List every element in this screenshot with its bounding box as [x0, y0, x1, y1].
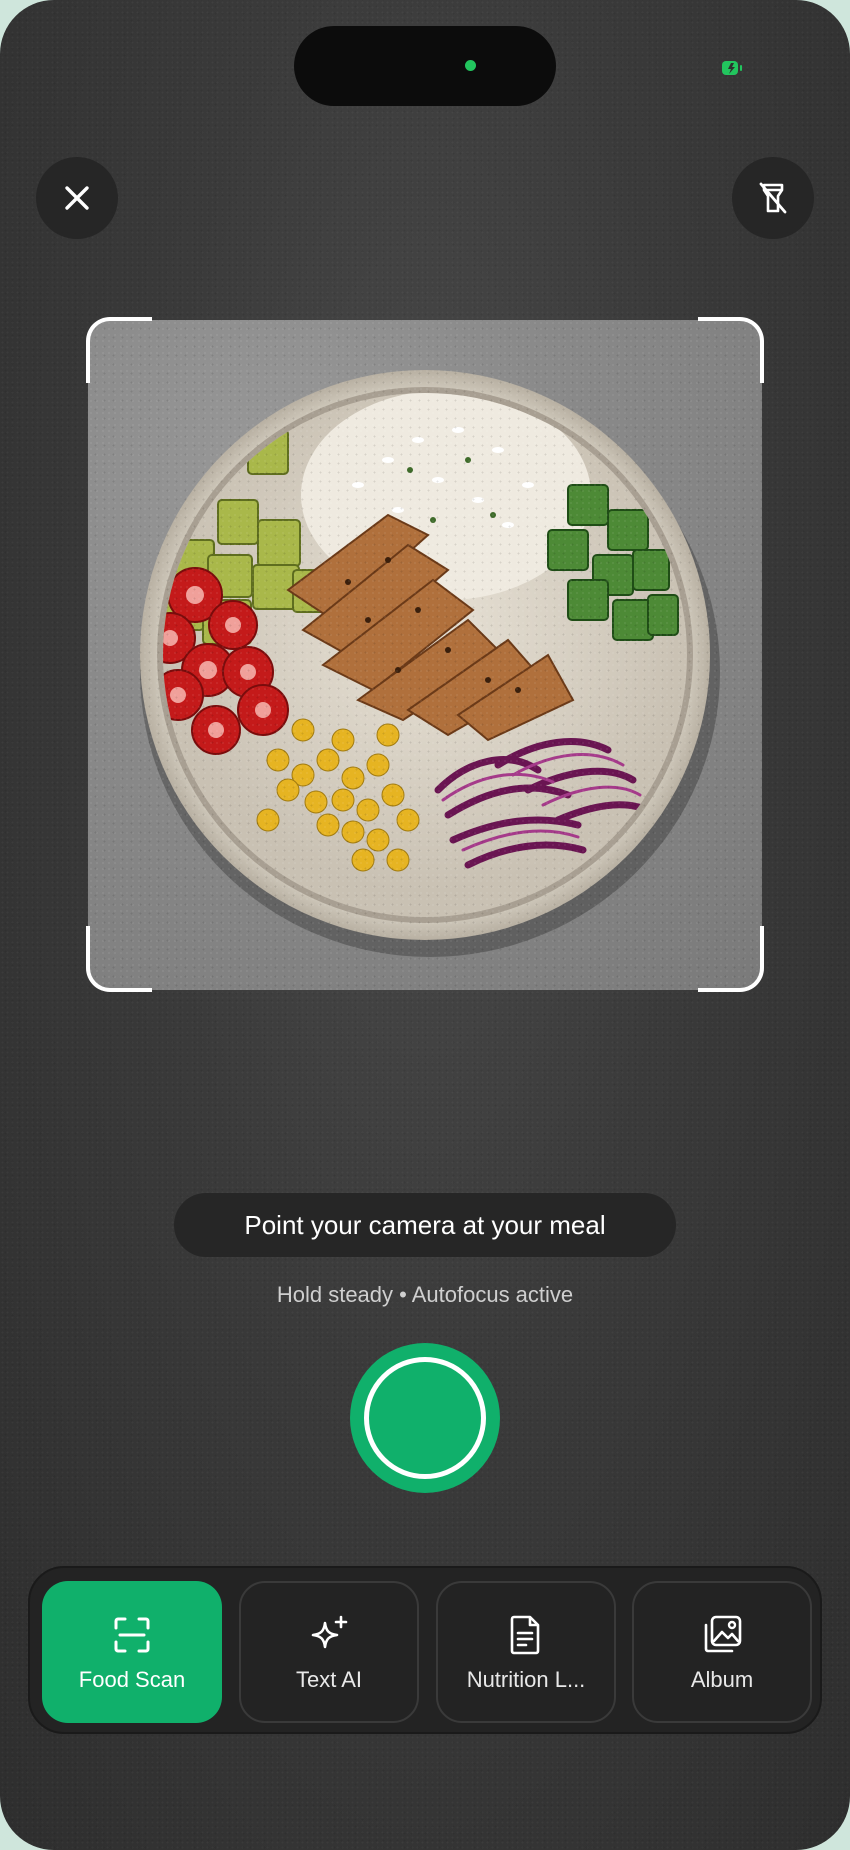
camera-viewfinder[interactable]: [88, 320, 762, 990]
mode-album[interactable]: Album: [632, 1581, 812, 1723]
battery-charging-icon: [722, 61, 742, 75]
mode-label: Text AI: [295, 1667, 363, 1692]
flash-off-icon: [759, 182, 787, 214]
close-icon: [65, 186, 89, 210]
sparkles-icon: [311, 1615, 348, 1649]
mode-label: Album: [690, 1667, 754, 1692]
mode-nutrition-label[interactable]: Nutrition L...: [436, 1581, 616, 1723]
scan-frame-icon: [114, 1617, 150, 1653]
camera-status-text: Hold steady • Autofocus active: [276, 1282, 574, 1307]
camera-hint-text: Point your camera at your meal: [244, 1209, 606, 1240]
flash-toggle-button[interactable]: [732, 157, 814, 239]
meal-bowl-photo: [140, 370, 720, 957]
shutter-button[interactable]: [350, 1343, 500, 1493]
mode-label: Food Scan: [78, 1667, 186, 1692]
camera-hint-pill: Point your camera at your meal: [174, 1193, 676, 1257]
mode-food-scan[interactable]: Food Scan: [42, 1581, 222, 1723]
viewfinder-corner-top-left: [86, 317, 152, 383]
mode-label: Nutrition L...: [466, 1667, 586, 1692]
mode-text-ai[interactable]: Text AI: [239, 1581, 419, 1723]
dynamic-island: [294, 26, 556, 106]
camera-screen: Point your camera at your meal Hold stea…: [0, 0, 850, 1850]
shutter-ring: [364, 1357, 486, 1479]
document-icon: [510, 1615, 540, 1655]
camera-active-indicator: [465, 60, 476, 71]
capture-mode-bar: Food Scan Text AI Nutrition L... Album: [28, 1566, 822, 1734]
close-button[interactable]: [36, 157, 118, 239]
viewfinder-corner-bottom-right: [698, 926, 764, 992]
viewfinder-corner-top-right: [698, 317, 764, 383]
viewfinder-corner-bottom-left: [86, 926, 152, 992]
photo-album-icon: [704, 1615, 742, 1653]
